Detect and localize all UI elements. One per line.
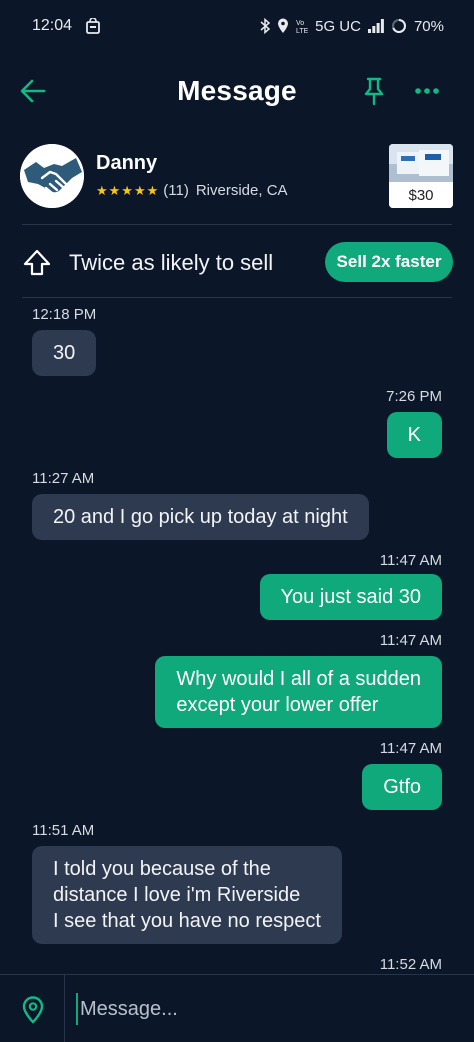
header: Message: [0, 62, 474, 120]
more-dots-icon: [415, 88, 439, 94]
bluetooth-icon: [260, 18, 271, 34]
message-bubble-incoming[interactable]: 30: [32, 330, 97, 376]
message-thread[interactable]: 12:18 PM 30 7:26 PM K 11:27 AM 20 and I …: [0, 298, 474, 974]
network-label: 5G UC: [315, 17, 361, 35]
sell-faster-button[interactable]: Sell 2x faster: [325, 242, 453, 282]
battery-level: 70%: [413, 17, 444, 35]
listing-thumbnail[interactable]: $30: [389, 144, 453, 208]
rating-stars-icon: ★★★★★: [96, 182, 160, 198]
message-timestamp: 11:51 AM: [32, 822, 95, 839]
listing-price: $30: [389, 182, 453, 208]
status-bar: 12:04 Vo LTE 5G UC 70%: [0, 0, 474, 52]
seller-info: Danny ★★★★★ (11) Riverside, CA $30: [0, 142, 474, 214]
pin-icon: [364, 77, 384, 106]
divider: [22, 224, 452, 225]
signal-icon: [367, 19, 384, 33]
message-bubble-outgoing[interactable]: K: [386, 412, 442, 458]
back-button[interactable]: [18, 76, 48, 106]
more-options-button[interactable]: [412, 78, 442, 104]
location-pin-icon: [277, 18, 289, 34]
seller-name[interactable]: Danny: [96, 152, 157, 175]
message-bubble-outgoing[interactable]: Gtfo: [362, 764, 442, 810]
arrow-left-icon: [20, 79, 46, 103]
message-input[interactable]: [76, 993, 456, 1025]
battery-ring-icon: [391, 18, 407, 34]
volte-icon: Vo LTE: [296, 18, 308, 34]
svg-text:LTE: LTE: [296, 28, 308, 34]
shopping-bag-icon: [86, 18, 100, 34]
promo-text: Twice as likely to sell: [69, 250, 274, 275]
status-time: 12:04: [32, 17, 73, 34]
handshake-icon: [20, 144, 84, 208]
message-timestamp: 7:26 PM: [386, 388, 442, 405]
share-location-button[interactable]: [20, 995, 46, 1025]
status-left: 12:04: [32, 17, 100, 35]
composer-divider: [64, 975, 65, 1042]
message-timestamp: 11:27 AM: [32, 470, 95, 487]
message-timestamp: 11:52 AM: [379, 956, 442, 973]
message-timestamp: 12:18 PM: [32, 306, 97, 323]
message-bubble-outgoing[interactable]: You just said 30: [259, 574, 442, 620]
message-timestamp: 11:47 AM: [379, 740, 442, 757]
status-right: Vo LTE 5G UC 70%: [260, 18, 444, 35]
message-composer: [0, 974, 474, 1042]
promo-banner: Twice as likely to sell Sell 2x faster: [0, 238, 474, 290]
arrow-up-outline-icon: [22, 248, 52, 278]
message-bubble-incoming[interactable]: 20 and I go pick up today at night: [32, 494, 369, 540]
pin-button[interactable]: [362, 76, 386, 106]
message-timestamp: 11:47 AM: [379, 552, 442, 569]
rating-count: (11): [163, 182, 189, 199]
seller-meta: ★★★★★ (11) Riverside, CA: [96, 182, 288, 199]
avatar[interactable]: [20, 144, 84, 208]
message-bubble-outgoing[interactable]: Why would I all of a sudden except your …: [155, 656, 442, 728]
message-bubble-incoming[interactable]: I told you because of the distance I lov…: [32, 846, 342, 944]
location-pin-icon: [22, 996, 44, 1024]
page-title: Message: [177, 75, 297, 106]
svg-text:Vo: Vo: [296, 20, 304, 27]
message-timestamp: 11:47 AM: [379, 632, 442, 649]
seller-location: Riverside, CA: [195, 182, 288, 199]
